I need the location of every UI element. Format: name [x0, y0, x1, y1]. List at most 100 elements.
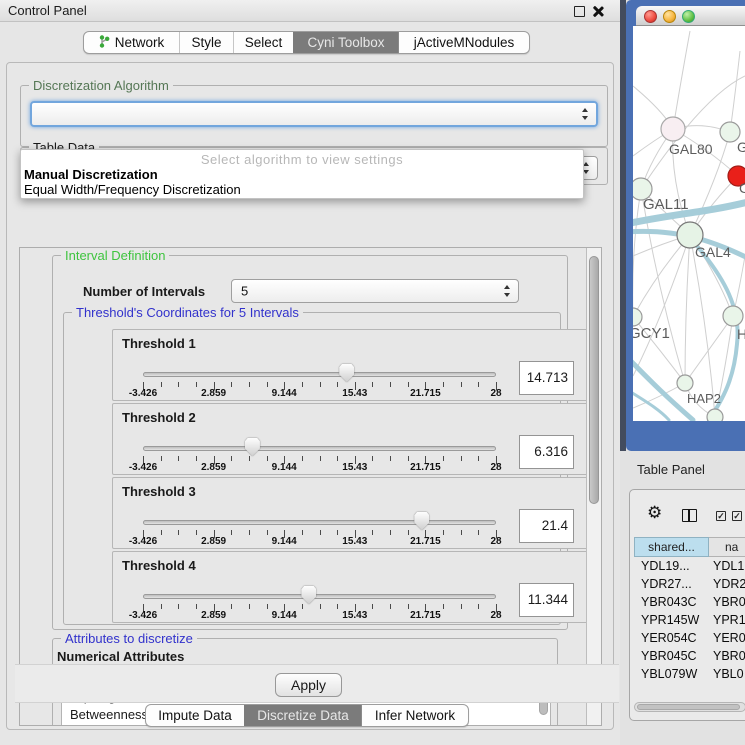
tick-label: 21.715: [395, 610, 455, 621]
gear-icon[interactable]: ⚙: [647, 504, 662, 521]
tab-impute-data[interactable]: Impute Data: [146, 705, 244, 726]
slider-tick-labels: -3.4262.8599.14415.4321.71528: [143, 610, 496, 622]
tab-network[interactable]: Network: [84, 32, 179, 53]
slider-track[interactable]: [143, 520, 496, 525]
tick-label: 28: [466, 462, 526, 473]
table-row[interactable]: YDL19...YDL1: [634, 557, 745, 575]
tick-label: 28: [466, 536, 526, 547]
slider-handle[interactable]: [339, 364, 354, 382]
num-intervals-value: 5: [241, 284, 248, 299]
tab-style[interactable]: Style: [179, 32, 233, 53]
scrollbar-thumb[interactable]: [637, 704, 740, 710]
table-hscrollbar[interactable]: [634, 702, 745, 712]
slider-track[interactable]: [143, 594, 496, 599]
network-graph[interactable]: GAL80GACGAL11GAL4GCY1HHAP2: [633, 26, 745, 421]
GAL80-node[interactable]: [661, 117, 685, 141]
tab-style-label: Style: [191, 35, 221, 50]
tick-label: -3.426: [113, 462, 173, 473]
apply-button[interactable]: Apply: [275, 673, 342, 697]
tick-label: 9.144: [254, 610, 314, 621]
network-edge: [730, 51, 740, 132]
node-table: shared...na YDL19...YDL1YDR27...YDR2YBR0…: [634, 537, 745, 703]
checkbox-icon[interactable]: ✓: [716, 511, 726, 521]
GCY1-node[interactable]: [633, 308, 642, 326]
HAP2-node[interactable]: [677, 375, 693, 391]
slider-handle[interactable]: [414, 512, 429, 530]
table-row[interactable]: YBR043CYBR0: [634, 593, 745, 611]
tab-jactivemnodules-label: jActiveMNodules: [414, 35, 515, 50]
window-title: Control Panel: [8, 3, 87, 18]
cell-shared-name: YBL079W: [641, 665, 697, 683]
zoom-light-icon[interactable]: [682, 10, 695, 23]
threshold-value-field[interactable]: 6.316: [519, 435, 574, 469]
threshold-value-field[interactable]: 11.344: [519, 583, 574, 617]
tab-select[interactable]: Select: [233, 32, 293, 53]
tick-label: 15.43: [325, 462, 385, 473]
tick-label: 21.715: [395, 462, 455, 473]
tick-label: 9.144: [254, 536, 314, 547]
close-icon[interactable]: [592, 5, 604, 17]
algorithm-option-equal-width-frequency-discretization[interactable]: Equal Width/Frequency Discretization: [24, 182, 580, 196]
columns-icon[interactable]: [682, 509, 697, 522]
settings-scroll-viewport: Interval Definition Number of Intervals …: [19, 247, 602, 726]
table-row[interactable]: YBL079WYBL0: [634, 665, 745, 683]
cell-shared-name: YER054C: [641, 629, 697, 647]
threshold-value-field[interactable]: 21.4: [519, 509, 574, 543]
cell-name: YDL1: [713, 557, 744, 575]
algorithm-combobox[interactable]: [30, 101, 598, 127]
node-label: H: [737, 326, 745, 342]
num-intervals-combobox[interactable]: 5: [231, 279, 519, 303]
combo-arrows-icon: [582, 108, 589, 120]
threshold-box-2: Threshold 2-3.4262.8599.14415.4321.71528…: [112, 403, 602, 475]
tick-label: -3.426: [113, 536, 173, 547]
tick-label: 2.859: [184, 536, 244, 547]
combo-arrows-icon: [583, 162, 590, 174]
tick-label: 2.859: [184, 462, 244, 473]
control-panel-titlebar: Control Panel: [0, 0, 620, 22]
interval-definition-group: Interval Definition Number of Intervals …: [52, 255, 568, 630]
scrollbar-thumb[interactable]: [589, 256, 599, 504]
tab-cyni-toolbox[interactable]: Cyni Toolbox: [293, 32, 398, 53]
tab-infer-network[interactable]: Infer Network: [361, 705, 468, 726]
float-icon[interactable]: [574, 6, 585, 17]
panel-scrollbar[interactable]: [586, 248, 601, 725]
node-label: GAL80: [669, 141, 713, 157]
tab-jactivemnodules[interactable]: jActiveMNodules: [398, 32, 529, 53]
slider-tick-labels: -3.4262.8599.14415.4321.71528: [143, 462, 496, 474]
edge-node[interactable]: [707, 409, 723, 421]
node-label: HAP2: [687, 391, 721, 406]
network-canvas[interactable]: GAL80GACGAL11GAL4GCY1HHAP2: [633, 26, 745, 421]
tick-label: 9.144: [254, 388, 314, 399]
H-node[interactable]: [723, 306, 743, 326]
control-panel-window: Control Panel Network Style SelectCyni Too…: [0, 0, 620, 745]
tab-discretize-data[interactable]: Discretize Data: [244, 705, 361, 726]
checkbox-icon[interactable]: ✓: [732, 511, 742, 521]
table-row[interactable]: YBR045CYBR0: [634, 647, 745, 665]
minimize-light-icon[interactable]: [663, 10, 676, 23]
column-header-2[interactable]: na: [709, 537, 745, 557]
network-edge: [633, 235, 690, 376]
node-label: C: [739, 180, 745, 196]
slider-handle[interactable]: [301, 586, 316, 604]
threshold-box-1: Threshold 1-3.4262.8599.14415.4321.71528…: [112, 329, 602, 401]
algorithm-option-manual-discretization[interactable]: Manual Discretization: [24, 167, 580, 181]
table-row[interactable]: YPR145WYPR1: [634, 611, 745, 629]
algorithm-hint: Select algorithm to view settings: [21, 152, 583, 167]
tick-label: -3.426: [113, 388, 173, 399]
slider-track[interactable]: [143, 446, 496, 451]
table-row[interactable]: YER054CYER0: [634, 629, 745, 647]
algorithm-dropdown-popup: Select algorithm to view settings Manual…: [20, 149, 584, 199]
group-title: Interval Definition: [61, 248, 169, 263]
slider-handle[interactable]: [245, 438, 260, 456]
group-title: Attributes to discretize: [61, 631, 197, 646]
close-light-icon[interactable]: [644, 10, 657, 23]
tick-label: 28: [466, 610, 526, 621]
slider-track[interactable]: [143, 372, 496, 377]
threshold-value-field[interactable]: 14.713: [519, 361, 574, 395]
cyni-toolbox-panel: Discretization Algorithm Table Data galF…: [6, 62, 614, 730]
apply-strip: Apply: [15, 664, 619, 703]
column-header-1[interactable]: shared...: [634, 537, 709, 557]
table-row[interactable]: YDR27...YDR2: [634, 575, 745, 593]
tick-label: 21.715: [395, 536, 455, 547]
cell-name: YDR2: [713, 575, 745, 593]
